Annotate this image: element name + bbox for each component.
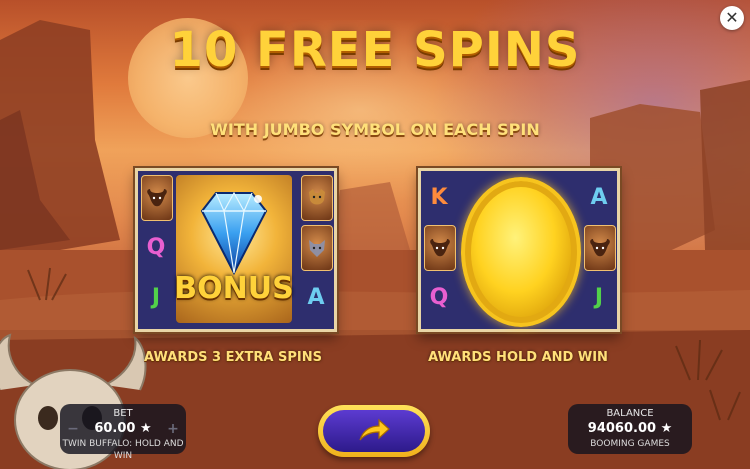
j-symbol: J <box>594 284 604 310</box>
game-name: TWIN BUFFALO: HOLD AND WIN <box>62 439 184 461</box>
balance-caption: BALANCE <box>606 408 654 419</box>
game-screen: ✕ 10 FREE SPINS WITH JUMBO SYMBOL ON EAC… <box>0 0 750 469</box>
free-spins-subtitle: WITH JUMBO SYMBOL ON EACH SPIN <box>210 120 540 139</box>
q-symbol: Q <box>429 284 449 310</box>
gold-coin-icon <box>461 177 581 327</box>
balance-value: 94060.00 ★ <box>587 421 673 436</box>
reel-panel-bonus: Q J BONUS A <box>135 168 337 332</box>
buffalo-symbol-icon <box>424 225 456 271</box>
balance-panel: BALANCE 94060.00 ★ BOOMING GAMES <box>568 404 692 454</box>
q-symbol: Q <box>146 234 166 260</box>
bet-panel: − + BET 60.00 ★ TWIN BUFFALO: HOLD AND W… <box>60 404 186 461</box>
diamond-icon <box>200 191 268 276</box>
cougar-symbol-icon <box>301 175 333 221</box>
bet-increase-button[interactable]: + <box>166 422 180 436</box>
arrow-right-icon <box>359 418 390 441</box>
award-extra-spins-text: AWARDS 3 EXTRA SPINS <box>144 350 322 365</box>
reel-panel-hold-and-win: K Q A J <box>418 168 620 332</box>
reel-column-right: A <box>298 171 334 329</box>
buffalo-symbol-icon <box>584 225 616 271</box>
free-spins-title: 10 FREE SPINS <box>169 22 581 78</box>
award-hold-and-win-text: AWARDS HOLD AND WIN <box>428 350 608 365</box>
a-symbol: A <box>307 284 325 310</box>
a-symbol: A <box>590 184 608 210</box>
continue-button[interactable] <box>318 405 430 457</box>
continue-button-face <box>323 410 425 452</box>
wolf-symbol-icon <box>301 225 333 271</box>
j-symbol: J <box>151 284 161 310</box>
bet-caption: BET <box>113 408 133 419</box>
bet-decrease-button[interactable]: − <box>66 422 80 436</box>
k-symbol: K <box>430 184 448 210</box>
bonus-label: BONUS <box>174 271 294 306</box>
reel-column-right: A J <box>581 171 617 329</box>
jumbo-symbol-frame: BONUS <box>174 175 294 323</box>
reel-column-left: Q J <box>138 171 174 329</box>
reel-column-left: K Q <box>421 171 457 329</box>
buffalo-symbol-icon <box>141 175 173 221</box>
provider-name: BOOMING GAMES <box>590 439 670 449</box>
